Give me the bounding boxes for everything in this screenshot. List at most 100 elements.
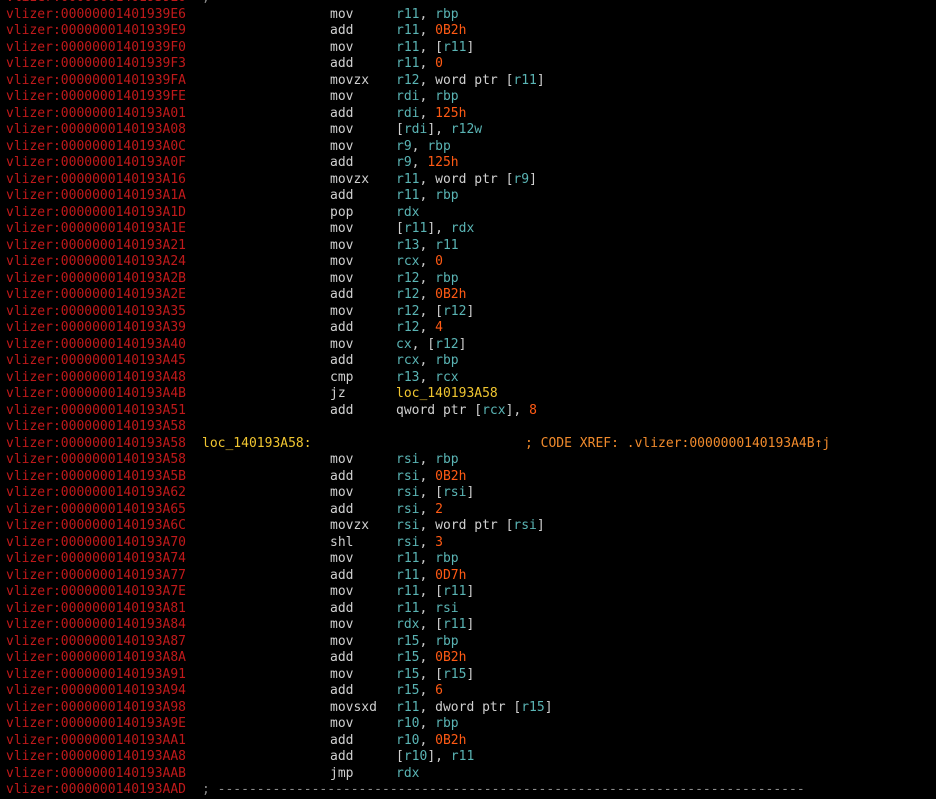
address[interactable]: vlizer:0000000140193A0F	[6, 155, 186, 172]
mnemonic[interactable]: add	[330, 155, 353, 172]
register-operand[interactable]: rbp	[435, 188, 458, 203]
mnemonic[interactable]: add	[330, 188, 353, 205]
listing-line[interactable]: vlizer:0000000140193A84 mov rdx, [r11]	[0, 617, 936, 634]
mnemonic[interactable]: mov	[330, 617, 353, 634]
address[interactable]: vlizer:0000000140193A35	[6, 304, 186, 321]
address[interactable]: vlizer:0000000140193A0C	[6, 139, 186, 156]
address[interactable]: vlizer:0000000140193A4B	[6, 386, 186, 403]
register-operand[interactable]: r11	[396, 172, 419, 187]
mnemonic[interactable]: add	[330, 683, 353, 700]
address[interactable]: vlizer:0000000140193A40	[6, 337, 186, 354]
mnemonic[interactable]: add	[330, 568, 353, 585]
operands[interactable]: r11, [r11]	[396, 40, 474, 57]
register-operand[interactable]: r11	[451, 749, 474, 764]
listing-line[interactable]: vlizer:0000000140193A9E mov r10, rbp	[0, 716, 936, 733]
listing-line[interactable]: vlizer:00000001401939E9 add r11, 0B2h	[0, 23, 936, 40]
listing-line[interactable]: vlizer:0000000140193A0C mov r9, rbp	[0, 139, 936, 156]
address[interactable]: vlizer:0000000140193A01	[6, 106, 186, 123]
register-operand[interactable]: rdi	[396, 106, 419, 121]
register-operand[interactable]: r10	[404, 749, 427, 764]
address[interactable]: vlizer:00000001401939F3	[6, 56, 186, 73]
mnemonic[interactable]: jz	[330, 386, 346, 403]
address[interactable]: vlizer:0000000140193AA1	[6, 733, 186, 750]
operands[interactable]: r12, [r12]	[396, 304, 474, 321]
register-operand[interactable]: r12	[396, 271, 419, 286]
operands[interactable]: rdx	[396, 766, 419, 783]
listing-line[interactable]: vlizer:00000001401939F0 mov r11, [r11]	[0, 40, 936, 57]
listing-line[interactable]: vlizer:0000000140193A87 mov r15, rbp	[0, 634, 936, 651]
operands[interactable]: r9, rbp	[396, 139, 451, 156]
listing-line[interactable]: vlizer:0000000140193AA8 add [r10], r11	[0, 749, 936, 766]
listing-line[interactable]: vlizer:0000000140193A91 mov r15, [r15]	[0, 667, 936, 684]
address[interactable]: vlizer:0000000140193A51	[6, 403, 186, 420]
mnemonic[interactable]: mov	[330, 304, 353, 321]
register-operand[interactable]: r11	[404, 221, 427, 236]
register-operand[interactable]: rsi	[396, 452, 419, 467]
listing-line[interactable]: vlizer:0000000140193A01 add rdi, 125h	[0, 106, 936, 123]
register-operand[interactable]: rcx	[435, 370, 458, 385]
address[interactable]: vlizer:0000000140193A21	[6, 238, 186, 255]
mnemonic[interactable]: add	[330, 353, 353, 370]
operands[interactable]: [r10], r11	[396, 749, 474, 766]
listing-line[interactable]: vlizer:0000000140193A77 add r11, 0D7h	[0, 568, 936, 585]
code-label[interactable]: loc_140193A58:	[202, 436, 312, 453]
listing-line[interactable]: vlizer:0000000140193A58 mov rsi, rbp	[0, 452, 936, 469]
listing-line[interactable]: vlizer:0000000140193A8A add r15, 0B2h	[0, 650, 936, 667]
operands[interactable]: r11, [r11]	[396, 584, 474, 601]
address[interactable]: vlizer:0000000140193A45	[6, 353, 186, 370]
address[interactable]: vlizer:0000000140193A74	[6, 551, 186, 568]
address[interactable]: vlizer:0000000140193A24	[6, 254, 186, 271]
register-operand[interactable]: r12	[443, 304, 466, 319]
address[interactable]: vlizer:00000001401939E6	[6, 7, 186, 24]
register-operand[interactable]: rsi	[513, 518, 536, 533]
operands[interactable]: r11, 0D7h	[396, 568, 466, 585]
register-operand[interactable]: rsi	[396, 518, 419, 533]
register-operand[interactable]: r11	[396, 601, 419, 616]
listing-line[interactable]: vlizer:0000000140193A81 add r11, rsi	[0, 601, 936, 618]
operands[interactable]: r11, dword ptr [r15]	[396, 700, 553, 717]
listing-line[interactable]: vlizer:0000000140193A1D pop rdx	[0, 205, 936, 222]
operands[interactable]: r12, rbp	[396, 271, 459, 288]
address[interactable]: vlizer:0000000140193A70	[6, 535, 186, 552]
operands[interactable]: r12, 0B2h	[396, 287, 466, 304]
operands[interactable]: rsi, [rsi]	[396, 485, 474, 502]
listing-line[interactable]: vlizer:0000000140193A58 loc_140193A58: ; C…	[0, 436, 936, 453]
mnemonic[interactable]: mov	[330, 139, 353, 156]
mnemonic[interactable]: pop	[330, 205, 353, 222]
listing-line[interactable]: vlizer:00000001401939FE mov rdi, rbp	[0, 89, 936, 106]
operands[interactable]: r12, word ptr [r11]	[396, 73, 545, 90]
address[interactable]: vlizer:0000000140193A39	[6, 320, 186, 337]
mnemonic[interactable]: mov	[330, 716, 353, 733]
register-operand[interactable]: rbp	[435, 7, 458, 22]
operands[interactable]: loc_140193A58	[396, 386, 498, 403]
mnemonic[interactable]: movzx	[330, 73, 369, 90]
address[interactable]: vlizer:00000001401939E9	[6, 23, 186, 40]
register-operand[interactable]: r15	[396, 683, 419, 698]
address[interactable]: vlizer:0000000140193AA8	[6, 749, 186, 766]
listing-line[interactable]: vlizer:0000000140193A2E add r12, 0B2h	[0, 287, 936, 304]
register-operand[interactable]: r10	[396, 716, 419, 731]
listing-line[interactable]: vlizer:0000000140193A65 add rsi, 2	[0, 502, 936, 519]
mnemonic[interactable]: add	[330, 650, 353, 667]
register-operand[interactable]: r11	[443, 584, 466, 599]
register-operand[interactable]: r11	[443, 40, 466, 55]
register-operand[interactable]: rbp	[435, 452, 458, 467]
register-operand[interactable]: rcx	[482, 403, 505, 418]
address[interactable]: vlizer:0000000140193A9E	[6, 716, 186, 733]
address[interactable]: vlizer:0000000140193A08	[6, 122, 186, 139]
address[interactable]: vlizer:0000000140193A77	[6, 568, 186, 585]
listing-line[interactable]: vlizer:0000000140193A48 cmp r13, rcx	[0, 370, 936, 387]
register-operand[interactable]: r12	[396, 304, 419, 319]
register-operand[interactable]: rbp	[435, 89, 458, 104]
register-operand[interactable]: rbp	[435, 271, 458, 286]
register-operand[interactable]: r11	[396, 23, 419, 38]
mnemonic[interactable]: mov	[330, 7, 353, 24]
operands[interactable]: rsi, 2	[396, 502, 443, 519]
operands[interactable]: qword ptr [rcx], 8	[396, 403, 537, 420]
listing-line[interactable]: vlizer:0000000140193A21 mov r13, r11	[0, 238, 936, 255]
address[interactable]: vlizer:0000000140193A65	[6, 502, 186, 519]
mnemonic[interactable]: mov	[330, 254, 353, 271]
operands[interactable]: r13, rcx	[396, 370, 459, 387]
listing-line[interactable]: vlizer:0000000140193A7E mov r11, [r11]	[0, 584, 936, 601]
mnemonic[interactable]: mov	[330, 667, 353, 684]
